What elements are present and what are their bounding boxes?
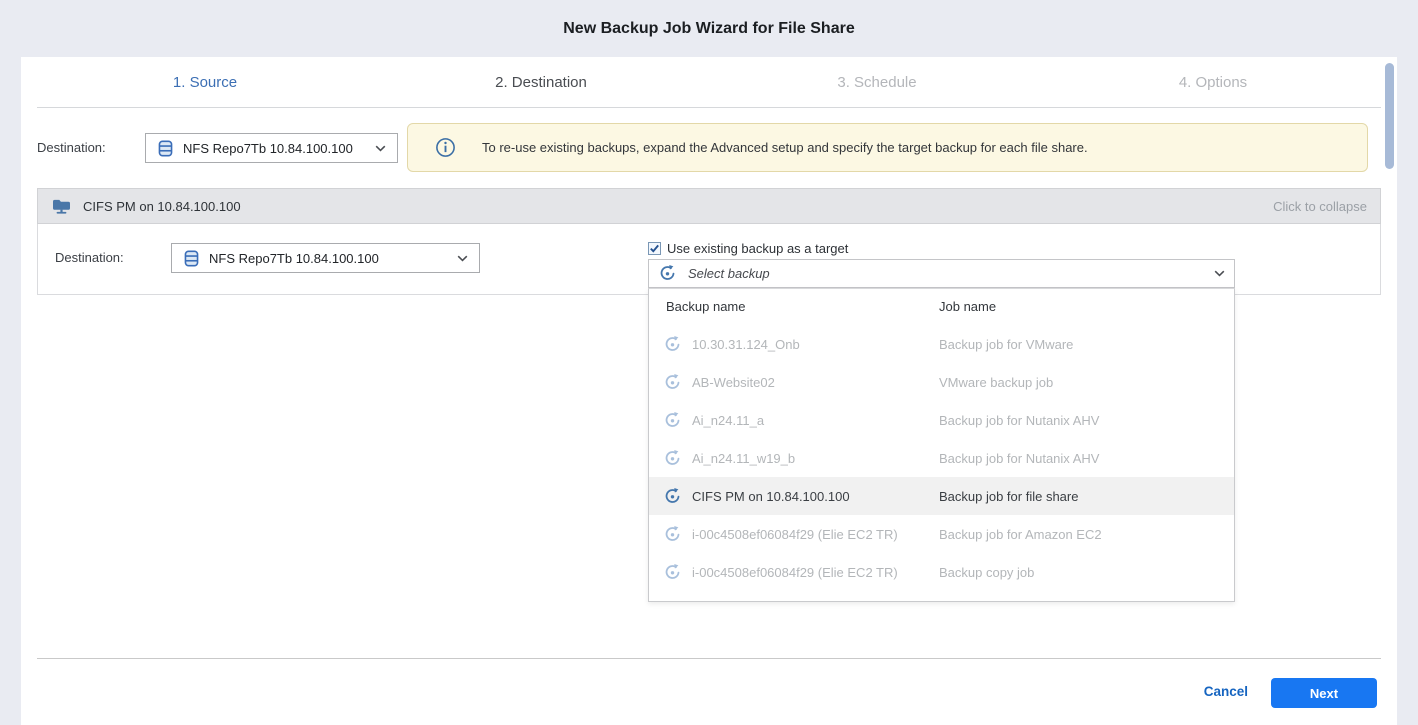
backup-restore-icon (663, 373, 682, 392)
step-destination[interactable]: 2. Destination (373, 57, 709, 107)
column-backup-name: Backup name (666, 289, 746, 325)
backup-restore-icon (663, 449, 682, 468)
job-name: Backup job for Nutanix AHV (939, 413, 1099, 428)
job-name: Backup copy job (939, 565, 1034, 580)
backup-list-item-partial[interactable] (649, 591, 1234, 602)
job-name: Backup job for Nutanix AHV (939, 451, 1099, 466)
use-existing-checkbox[interactable] (648, 242, 661, 255)
step-schedule: 3. Schedule (709, 57, 1045, 107)
use-existing-label: Use existing backup as a target (667, 241, 848, 256)
backup-name: AB-Website02 (692, 375, 775, 390)
backup-list-header: Backup name Job name (649, 289, 1234, 325)
job-name: Backup job for Amazon EC2 (939, 527, 1102, 542)
cancel-button[interactable]: Cancel (1204, 684, 1248, 699)
next-button[interactable]: Next (1271, 678, 1377, 708)
select-backup-combo[interactable]: Select backup (648, 259, 1235, 288)
file-share-icon (51, 197, 72, 216)
backup-list-item[interactable]: Ai_n24.11_a Backup job for Nutanix AHV (649, 401, 1234, 439)
job-name: Backup job for file share (939, 489, 1078, 504)
backup-restore-icon (663, 563, 682, 582)
repository-icon (183, 250, 200, 267)
backup-name: i-00c4508ef06084f29 (Elie EC2 TR) (692, 527, 898, 542)
chevron-down-icon (375, 145, 386, 152)
share-destination-value: NFS Repo7Tb 10.84.100.100 (209, 251, 379, 266)
footer-divider (37, 658, 1381, 659)
backup-name: Ai_n24.11_w19_b (692, 451, 795, 466)
backup-list-item[interactable]: Ai_n24.11_w19_b Backup job for Nutanix AH… (649, 439, 1234, 477)
job-name: VMware backup job (939, 375, 1053, 390)
info-message-box: To re-use existing backups, expand the A… (407, 123, 1368, 172)
share-destination-label: Destination: (55, 243, 124, 273)
column-job-name: Job name (939, 289, 996, 325)
destination-value: NFS Repo7Tb 10.84.100.100 (183, 141, 353, 156)
wizard-titlebar: New Backup Job Wizard for File Share (0, 0, 1418, 57)
select-backup-placeholder: Select backup (688, 266, 770, 281)
backup-list-item[interactable]: i-00c4508ef06084f29 (Elie EC2 TR) Backup … (649, 553, 1234, 591)
chevron-down-icon (457, 255, 468, 262)
info-icon (435, 137, 456, 158)
backup-name: Ai_n24.11_a (692, 413, 764, 428)
wizard-steps: 1. Source 2. Destination 3. Schedule 4. … (37, 57, 1381, 108)
file-share-section-header[interactable]: CIFS PM on 10.84.100.100 Click to collap… (37, 188, 1381, 224)
use-existing-backup-checkbox-row[interactable]: Use existing backup as a target (648, 240, 848, 256)
file-share-title: CIFS PM on 10.84.100.100 (83, 199, 241, 214)
step-source[interactable]: 1. Source (37, 57, 373, 107)
backup-list-item[interactable]: CIFS PM on 10.84.100.100 Backup job for f… (649, 477, 1234, 515)
backup-list-item[interactable]: 10.30.31.124_Onb Backup job for VMware (649, 325, 1234, 363)
destination-select[interactable]: NFS Repo7Tb 10.84.100.100 (145, 133, 398, 163)
backup-restore-icon (663, 487, 682, 506)
backup-name: 10.30.31.124_Onb (692, 337, 800, 352)
step-options: 4. Options (1045, 57, 1381, 107)
backup-restore-icon (663, 525, 682, 544)
backup-list-item[interactable]: i-00c4508ef06084f29 (Elie EC2 TR) Backup … (649, 515, 1234, 553)
chevron-down-icon (1214, 270, 1225, 277)
info-message-text: To re-use existing backups, expand the A… (482, 140, 1088, 155)
backup-restore-icon (663, 411, 682, 430)
backup-name: CIFS PM on 10.84.100.100 (692, 489, 850, 504)
share-destination-select[interactable]: NFS Repo7Tb 10.84.100.100 (171, 243, 480, 273)
backup-restore-icon (658, 264, 677, 283)
backup-list-item[interactable]: AB-Website02 VMware backup job (649, 363, 1234, 401)
collapse-hint: Click to collapse (1273, 199, 1367, 214)
backup-list-rows: 10.30.31.124_Onb Backup job for VMware AB-… (649, 325, 1234, 602)
destination-label: Destination: (37, 133, 106, 163)
repository-icon (157, 140, 174, 157)
backup-restore-icon (663, 601, 682, 603)
job-name: Backup job for VMware (939, 337, 1073, 352)
dropdown-scrollbar-thumb[interactable] (1385, 63, 1394, 169)
backup-name: i-00c4508ef06084f29 (Elie EC2 TR) (692, 565, 898, 580)
backup-dropdown-list: Backup name Job name 10.30.31.124_Onb Bac… (648, 288, 1235, 602)
backup-restore-icon (663, 335, 682, 354)
page-title: New Backup Job Wizard for File Share (563, 20, 854, 38)
wizard-panel: 1. Source 2. Destination 3. Schedule 4. … (21, 57, 1397, 725)
